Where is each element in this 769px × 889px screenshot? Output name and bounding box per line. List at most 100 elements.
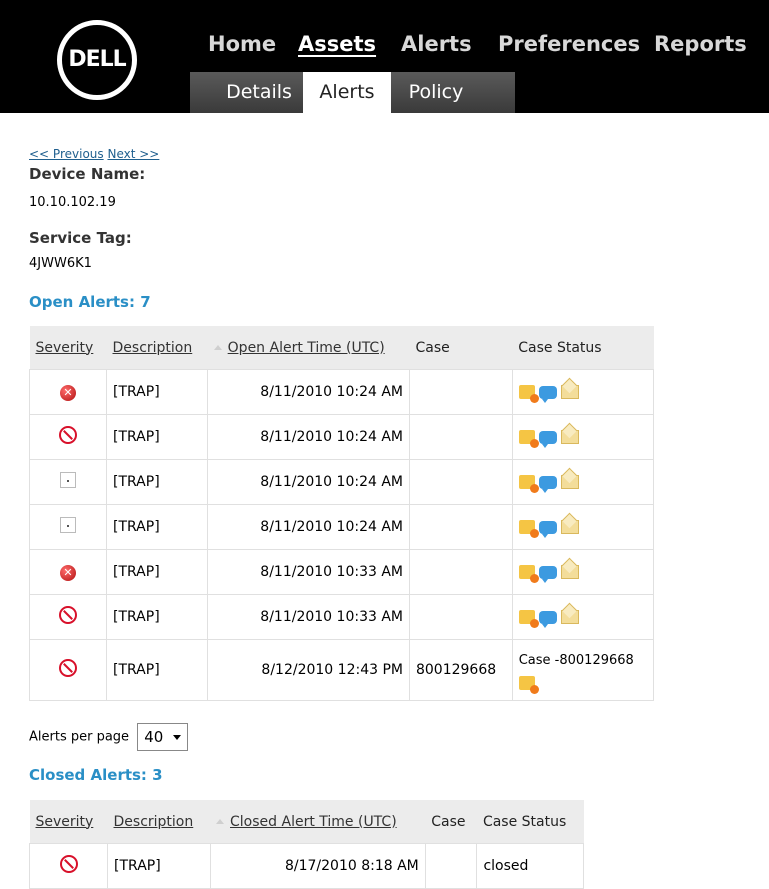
case-status-cell bbox=[511, 414, 655, 460]
table-row[interactable]: [TRAP] 8/11/2010 10:24 AM bbox=[29, 414, 655, 460]
case-cell: 800129668 bbox=[408, 639, 513, 701]
top-banner: DELL Home Assets Alerts Preferences Repo… bbox=[0, 0, 769, 113]
col-case-label: Case bbox=[415, 339, 450, 356]
col-time: Open Alert Time (UTC) bbox=[207, 326, 410, 370]
previous-link[interactable]: << Previous bbox=[29, 147, 104, 161]
severity-cell bbox=[29, 594, 107, 640]
table-row[interactable]: [TRAP] 8/11/2010 10:24 AM bbox=[29, 504, 655, 550]
device-name-label: Device Name: bbox=[29, 165, 146, 183]
col-case-status-label: Case Status bbox=[518, 339, 602, 356]
case-cell bbox=[408, 369, 513, 415]
sort-description[interactable]: Description bbox=[114, 814, 194, 830]
time-cell: 8/11/2010 10:33 AM bbox=[207, 549, 410, 595]
case-status-cell bbox=[511, 459, 655, 505]
comment-icon[interactable] bbox=[538, 385, 557, 403]
table-row[interactable]: [TRAP] 8/11/2010 10:33 AM bbox=[29, 594, 655, 640]
col-case: Case bbox=[425, 800, 477, 844]
critical-icon: ✕ bbox=[60, 384, 76, 401]
case-cell bbox=[408, 459, 513, 505]
sort-closed-time[interactable]: Closed Alert Time (UTC) bbox=[230, 814, 397, 830]
dell-logo[interactable]: DELL bbox=[57, 20, 137, 100]
comment-icon[interactable] bbox=[538, 475, 557, 493]
email-icon[interactable] bbox=[560, 520, 579, 534]
col-case-status: Case Status bbox=[512, 326, 654, 370]
case-status-cell bbox=[511, 594, 655, 640]
sort-description[interactable]: Description bbox=[113, 340, 193, 356]
open-case-icon[interactable] bbox=[518, 610, 539, 628]
comment-icon[interactable] bbox=[538, 565, 557, 583]
col-time: Closed Alert Time (UTC) bbox=[210, 800, 426, 844]
next-link[interactable]: Next >> bbox=[107, 147, 159, 161]
severity-cell bbox=[29, 414, 107, 460]
email-icon[interactable] bbox=[560, 475, 579, 489]
comment-icon[interactable] bbox=[538, 430, 557, 448]
case-status-cell: Case -800129668 bbox=[511, 639, 655, 701]
case-cell bbox=[408, 414, 513, 460]
open-case-icon[interactable] bbox=[518, 520, 539, 538]
warning-icon bbox=[59, 855, 78, 873]
time-cell: 8/11/2010 10:24 AM bbox=[207, 459, 410, 505]
description-cell: [TRAP] bbox=[105, 549, 209, 595]
comment-icon[interactable] bbox=[538, 520, 557, 538]
description-cell: [TRAP] bbox=[105, 414, 209, 460]
open-case-icon[interactable] bbox=[518, 385, 539, 403]
case-status-cell: closed bbox=[476, 843, 584, 889]
col-case-status: Case Status bbox=[476, 800, 584, 844]
nav-alerts[interactable]: Alerts bbox=[401, 32, 472, 56]
open-case-icon[interactable] bbox=[518, 475, 539, 493]
table-row[interactable]: [TRAP] 8/11/2010 10:24 AM bbox=[29, 459, 655, 505]
nav-preferences[interactable]: Preferences bbox=[498, 32, 640, 56]
tab-alerts[interactable]: Alerts bbox=[303, 72, 391, 113]
table-row[interactable]: ✕ [TRAP] 8/11/2010 10:33 AM bbox=[29, 549, 655, 595]
per-page-label: Alerts per page bbox=[29, 729, 130, 745]
case-cell bbox=[408, 549, 513, 595]
open-case-icon[interactable] bbox=[518, 565, 539, 583]
description-cell: [TRAP] bbox=[105, 504, 209, 550]
comment-icon[interactable] bbox=[538, 610, 557, 628]
unknown-severity-icon bbox=[60, 517, 76, 533]
per-page-select[interactable]: 40 bbox=[137, 723, 189, 751]
open-case-icon[interactable] bbox=[518, 430, 539, 448]
email-icon[interactable] bbox=[560, 565, 579, 579]
nav-assets[interactable]: Assets bbox=[298, 32, 376, 56]
table-row[interactable]: [TRAP] 8/12/2010 12:43 PM 800129668 Case… bbox=[29, 639, 655, 701]
open-alerts-title: Open Alerts: 7 bbox=[29, 293, 151, 311]
case-cell bbox=[424, 843, 478, 889]
per-page-value: 40 bbox=[144, 728, 164, 746]
open-case-icon[interactable] bbox=[518, 675, 539, 694]
sort-severity[interactable]: Severity bbox=[36, 340, 94, 356]
closed-alerts-title: Closed Alerts: 3 bbox=[29, 766, 163, 784]
service-tag-label: Service Tag: bbox=[29, 229, 132, 247]
time-cell: 8/11/2010 10:33 AM bbox=[207, 594, 410, 640]
table-row[interactable]: [TRAP] 8/17/2010 8:18 AM closed bbox=[28, 843, 584, 889]
case-status-text: Case -800129668 bbox=[518, 652, 634, 668]
table-row[interactable]: ✕ [TRAP] 8/11/2010 10:24 AM bbox=[29, 369, 655, 415]
table-header-row: Severity Description Closed Alert Time (… bbox=[29, 800, 584, 844]
tab-details[interactable]: Details bbox=[216, 72, 302, 113]
table-header-row: Severity Description Open Alert Time (UT… bbox=[29, 326, 654, 370]
severity-cell bbox=[29, 639, 107, 701]
sort-severity[interactable]: Severity bbox=[36, 814, 94, 830]
logo-text: DELL bbox=[68, 47, 126, 72]
tab-policy[interactable]: Policy bbox=[393, 72, 479, 113]
case-cell bbox=[408, 594, 513, 640]
email-icon[interactable] bbox=[560, 430, 579, 444]
severity-cell bbox=[29, 504, 107, 550]
nav-reports[interactable]: Reports bbox=[654, 32, 747, 56]
sub-tabs: Details Alerts Policy bbox=[190, 72, 515, 113]
time-cell: 8/11/2010 10:24 AM bbox=[207, 414, 410, 460]
email-icon[interactable] bbox=[560, 610, 579, 624]
sort-open-time[interactable]: Open Alert Time (UTC) bbox=[228, 340, 385, 356]
service-tag-value: 4JWW6K1 bbox=[29, 256, 92, 271]
warning-icon bbox=[59, 659, 77, 677]
severity-cell bbox=[28, 843, 109, 889]
col-description: Description bbox=[107, 800, 211, 844]
col-severity: Severity bbox=[29, 800, 108, 844]
warning-icon bbox=[59, 606, 77, 624]
pager: << Previous Next >> bbox=[29, 147, 159, 161]
email-icon[interactable] bbox=[560, 385, 579, 399]
nav-home[interactable]: Home bbox=[208, 32, 276, 56]
open-alerts-table: Severity Description Open Alert Time (UT… bbox=[29, 326, 655, 701]
col-case-label: Case bbox=[431, 813, 466, 830]
col-severity: Severity bbox=[29, 326, 107, 370]
